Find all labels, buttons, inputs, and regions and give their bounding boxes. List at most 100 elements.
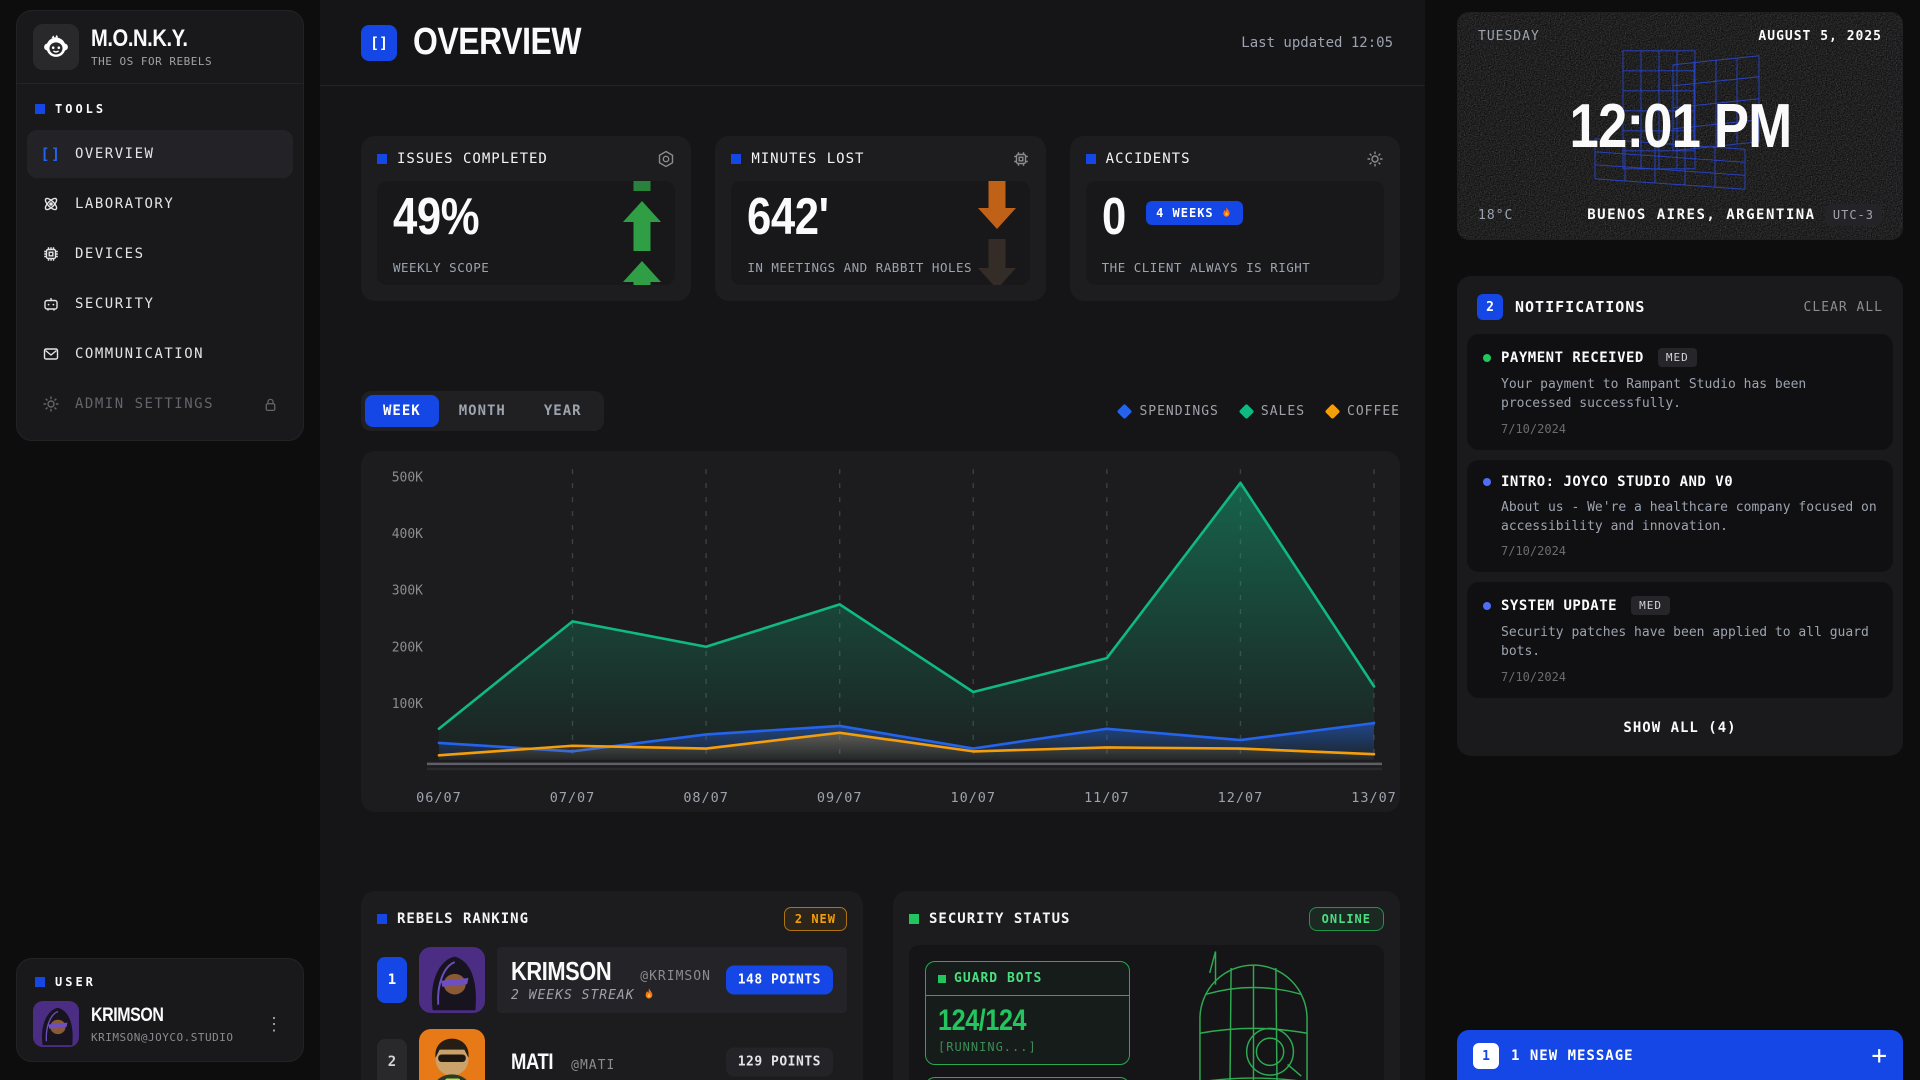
- notification-payment[interactable]: PAYMENT RECEIVED MED Your payment to Ram…: [1467, 334, 1893, 450]
- user-email: KRIMSON@JOYCO.STUDIO: [91, 1031, 233, 1044]
- tab-year[interactable]: YEAR: [526, 395, 600, 427]
- stat-value: 49%: [393, 189, 479, 246]
- card-bullet: [909, 914, 919, 924]
- utc-offset-badge: UTC-3: [1825, 204, 1882, 226]
- card-bullet: [1086, 154, 1096, 164]
- sidebar-item-communication[interactable]: COMMUNICATION: [27, 330, 293, 378]
- notifications-title: NOTIFICATIONS: [1515, 298, 1645, 316]
- dashboard: M.O.N.K.Y. THE OS FOR REBELS TOOLS [] OV…: [0, 0, 1920, 1080]
- ranking-row-2[interactable]: 2: [377, 1029, 847, 1080]
- sidebar-item-label: SECURITY: [75, 296, 154, 312]
- sidebar-item-overview[interactable]: [] OVERVIEW: [27, 130, 293, 178]
- clock-card: TUESDAY AUGUST 5, 2025 12:01 PM 18°C BUE…: [1457, 12, 1903, 240]
- svg-text:400K: 400K: [392, 527, 423, 542]
- app-title: M.O.N.K.Y.: [91, 27, 188, 51]
- avatar: [419, 947, 485, 1013]
- notification-date: 7/10/2024: [1483, 544, 1877, 558]
- notification-body: Your payment to Rampant Studio has been …: [1483, 376, 1877, 414]
- legend-sales[interactable]: SALES: [1241, 404, 1305, 419]
- online-badge: ONLINE: [1309, 907, 1384, 931]
- brackets-icon: []: [41, 145, 61, 163]
- lock-icon: [262, 396, 279, 413]
- weekday: TUESDAY: [1478, 29, 1540, 44]
- notification-body: Security patches have been applied to al…: [1483, 624, 1877, 662]
- stat-caption: WEEKLY SCOPE: [393, 260, 489, 275]
- notification-intro[interactable]: INTRO: JOYCO STUDIO AND V0 About us - We…: [1467, 460, 1893, 573]
- stat-card-accidents: ACCIDENTS 0 4 WEEKS: [1070, 136, 1400, 301]
- security-status-card: SECURITY STATUS ONLINE GUARD BOTS 124/12…: [893, 891, 1400, 1080]
- svg-text:500K: 500K: [392, 471, 423, 486]
- ranking-title: REBELS RANKING: [397, 911, 529, 927]
- card-bullet: [938, 975, 946, 983]
- notification-count-badge: 2: [1477, 294, 1503, 320]
- tab-week[interactable]: WEEK: [365, 395, 439, 427]
- notification-title: PAYMENT RECEIVED: [1501, 350, 1644, 366]
- user-menu-button[interactable]: ⋮: [261, 1010, 287, 1039]
- temperature: 18°C: [1478, 208, 1578, 223]
- avatar: [33, 1001, 79, 1047]
- diamond-icon: [1325, 403, 1341, 419]
- stat-label: MINUTES LOST: [751, 151, 864, 167]
- svg-text:12/07: 12/07: [1218, 790, 1264, 806]
- guard-bots-status: [RUNNING...]: [938, 1040, 1117, 1054]
- clear-all-button[interactable]: CLEAR ALL: [1804, 300, 1883, 315]
- priority-badge: MED: [1631, 596, 1670, 615]
- svg-text:07/07: 07/07: [550, 790, 596, 806]
- stat-value: 642': [747, 189, 829, 246]
- tools-section-label: TOOLS: [17, 84, 303, 128]
- stat-card-issues: ISSUES COMPLETED 49% WEEKLY SCOPE: [361, 136, 691, 301]
- settings-hex-icon[interactable]: [657, 150, 675, 168]
- notification-system-update[interactable]: SYSTEM UPDATE MED Security patches have …: [1467, 582, 1893, 698]
- sidebar-nav: [] OVERVIEW LABORATORY: [17, 128, 303, 440]
- plus-icon[interactable]: +: [1871, 1043, 1887, 1069]
- settings-chip-icon[interactable]: [1012, 150, 1030, 168]
- user-row[interactable]: KRIMSON KRIMSON@JOYCO.STUDIO ⋮: [33, 1001, 287, 1047]
- new-message-bar[interactable]: 1 1 NEW MESSAGE +: [1457, 1030, 1903, 1080]
- security-panel: GUARD BOTS 124/124 [RUNNING...] FIREWALL: [909, 945, 1384, 1080]
- range-tabs: WEEK MONTH YEAR: [361, 391, 604, 431]
- section-bullet: [35, 104, 45, 114]
- rebels-ranking-card: REBELS RANKING 2 NEW 1: [361, 891, 863, 1080]
- guard-bots-value: 124/124: [938, 1004, 1026, 1037]
- content: ISSUES COMPLETED 49% WEEKLY SCOPE: [320, 86, 1425, 1080]
- card-bullet: [377, 914, 387, 924]
- chart-legend: SPENDINGS SALES COFFEE: [1119, 404, 1400, 419]
- show-all-button[interactable]: SHOW ALL (4): [1467, 708, 1893, 746]
- ranking-row-1[interactable]: 1 KRIMSON: [377, 947, 847, 1013]
- legend-spendings[interactable]: SPENDINGS: [1119, 404, 1218, 419]
- last-updated: Last updated 12:05: [1241, 35, 1393, 51]
- points-badge: 148 POINTS: [726, 966, 833, 995]
- mail-icon: [41, 345, 61, 363]
- diamond-icon: [1239, 403, 1255, 419]
- guard-bot-wireframe: [1161, 949, 1346, 1080]
- sidebar-item-security[interactable]: SECURITY: [27, 280, 293, 328]
- stat-caption: IN MEETINGS AND RABBIT HOLES: [747, 260, 972, 275]
- atom-icon: [41, 195, 61, 213]
- streak-badge: 4 WEEKS: [1146, 201, 1243, 225]
- sidebar-item-devices[interactable]: DEVICES: [27, 230, 293, 278]
- legend-coffee[interactable]: COFFEE: [1327, 404, 1400, 419]
- notification-body: About us - We're a healthcare company fo…: [1483, 499, 1877, 537]
- logo-text: M.O.N.K.Y. THE OS FOR REBELS: [91, 27, 212, 68]
- rank-info-panel: KRIMSON @KRIMSON 2 WEEKS STREAK 148 POIN…: [497, 947, 847, 1013]
- user-card: USER KRIMSON KRIMSON@JOYCO.STUDIO ⋮: [16, 958, 304, 1062]
- stat-caption: THE CLIENT ALWAYS IS RIGHT: [1102, 260, 1311, 275]
- stats-row: ISSUES COMPLETED 49% WEEKLY SCOPE: [361, 136, 1400, 301]
- new-badge: 2 NEW: [784, 907, 847, 931]
- stat-panel: 642' IN MEETINGS AND RABBIT HOLES: [731, 181, 1029, 285]
- rebel-name: KRIMSON: [511, 958, 611, 984]
- rank-info-panel: MATI @MATI 129 POINTS: [497, 1029, 847, 1080]
- tab-month[interactable]: MONTH: [441, 395, 524, 427]
- bottom-row: REBELS RANKING 2 NEW 1: [361, 891, 1400, 1080]
- settings-cog-icon[interactable]: [1366, 150, 1384, 168]
- robot-icon: [41, 295, 61, 313]
- sidebar-item-label: LABORATORY: [75, 196, 174, 212]
- sidebar-item-label: DEVICES: [75, 246, 145, 262]
- page-title: OVERVIEW: [413, 21, 581, 64]
- notification-title: SYSTEM UPDATE: [1501, 598, 1617, 614]
- sidebar-item-admin-settings[interactable]: ADMIN SETTINGS: [27, 380, 293, 428]
- stat-panel: 0 4 WEEKS THE CLIENT ALWAYS IS RIGHT: [1086, 181, 1384, 285]
- chart-controls: WEEK MONTH YEAR SPENDINGS SALES: [361, 391, 1400, 431]
- sidebar-item-laboratory[interactable]: LABORATORY: [27, 180, 293, 228]
- location: BUENOS AIRES, ARGENTINA: [1578, 207, 1825, 223]
